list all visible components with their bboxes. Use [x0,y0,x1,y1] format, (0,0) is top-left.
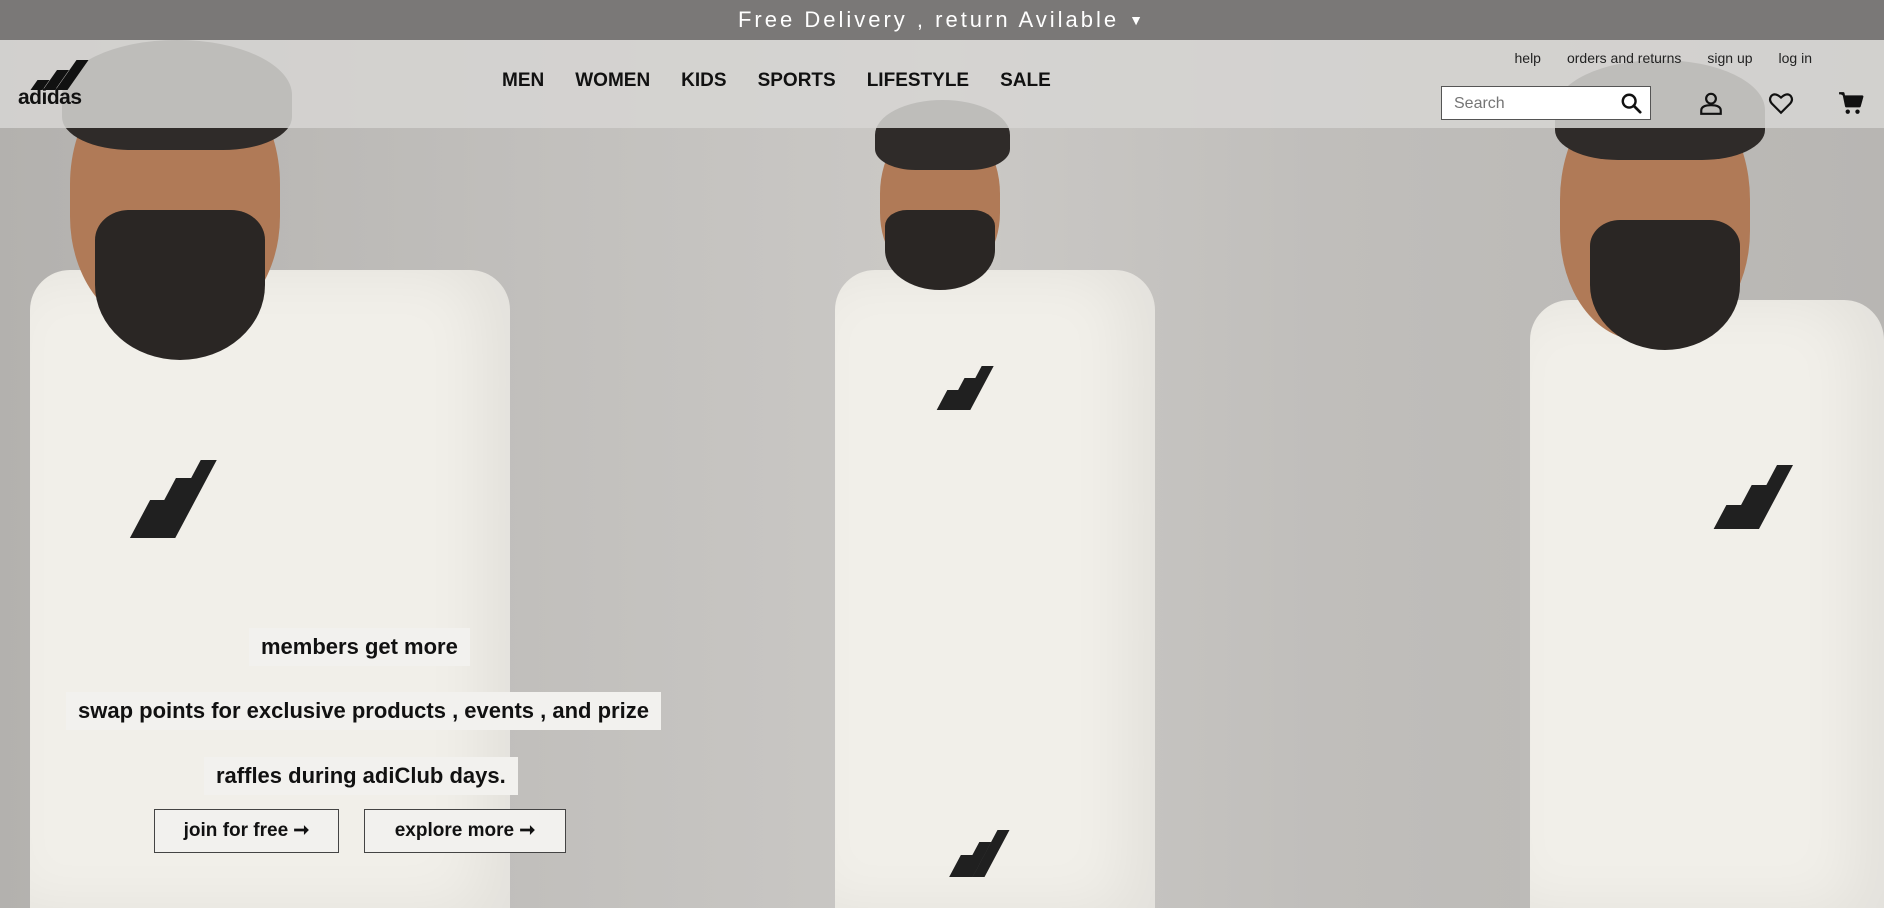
search-input[interactable] [1452,88,1626,120]
promo-line-3: raffles during adiClub days. [204,757,518,795]
caret-down-icon[interactable]: ▼ [1129,12,1146,28]
explore-more-button[interactable]: explore more ➞ [364,809,566,853]
help-link[interactable]: help [1515,50,1541,66]
user-icon[interactable] [1698,90,1724,116]
nav-item-lifestyle[interactable]: LIFESTYLE [867,70,969,92]
adidas-logo[interactable]: adidas [18,60,89,109]
announcement-text: Free Delivery , return Avilable [737,7,1120,32]
log-in-link[interactable]: log in [1779,50,1812,66]
promo-heading: members get more [249,628,470,666]
orders-and-returns-link[interactable]: orders and returns [1567,50,1681,66]
nav-item-men[interactable]: MEN [502,70,544,92]
utility-links: help orders and returns sign up log in [1515,50,1813,66]
promo-line-2: swap points for exclusive products , eve… [66,692,661,730]
search-box [1441,86,1651,120]
nav-item-kids[interactable]: KIDS [681,70,726,92]
join-for-free-button[interactable]: join for free ➞ [154,809,339,853]
cart-icon[interactable] [1838,90,1864,116]
sign-up-link[interactable]: sign up [1707,50,1752,66]
category-menu: MEN WOMEN KIDS SPORTS LIFESTYLE SALE [502,70,1051,92]
main-navigation: adidas MEN WOMEN KIDS SPORTS LIFESTYLE S… [0,40,1884,128]
heart-icon[interactable] [1768,90,1794,116]
logo-text: adidas [18,86,82,109]
nav-item-women[interactable]: WOMEN [575,70,650,92]
search-icon[interactable] [1620,92,1642,114]
nav-item-sale[interactable]: SALE [1000,70,1051,92]
nav-item-sports[interactable]: SPORTS [758,70,836,92]
announcement-bar[interactable]: Free Delivery , return Avilable ▼ [0,0,1884,40]
